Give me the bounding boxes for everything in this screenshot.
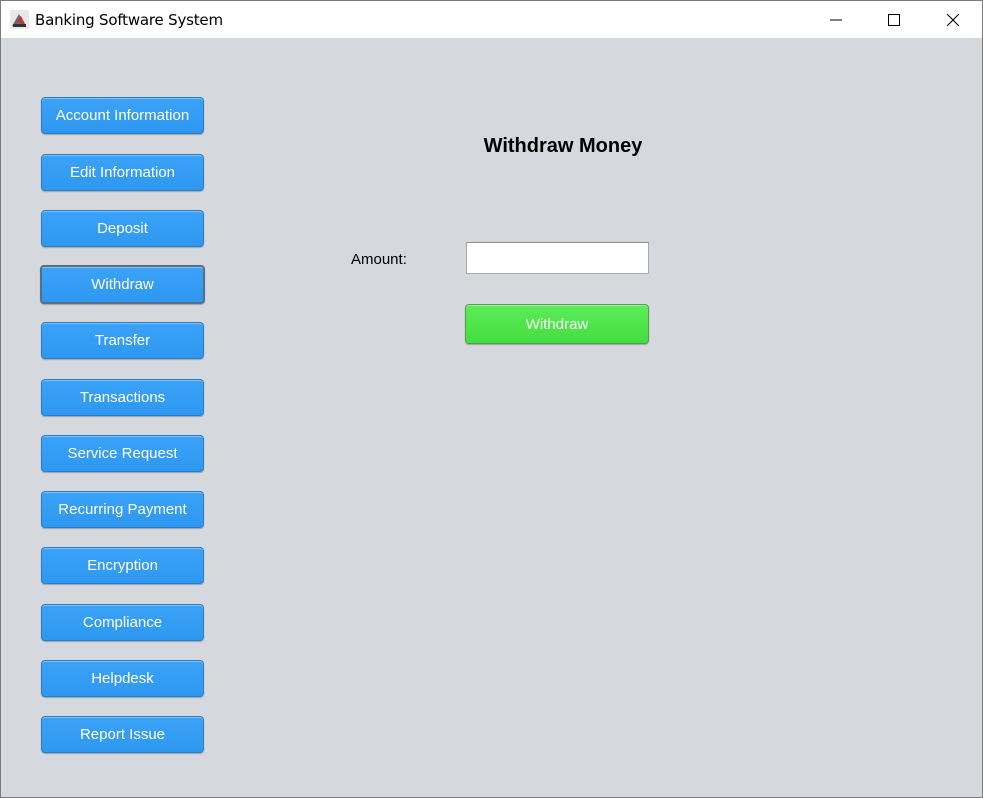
java-app-icon: [10, 10, 29, 29]
sidebar-item-edit-information[interactable]: Edit Information: [41, 154, 204, 191]
window-title: Banking Software System: [35, 11, 223, 29]
withdraw-button[interactable]: Withdraw: [465, 304, 649, 344]
sidebar-item-service-request[interactable]: Service Request: [41, 435, 204, 472]
sidebar-item-helpdesk[interactable]: Helpdesk: [41, 660, 204, 697]
sidebar-item-transfer[interactable]: Transfer: [41, 322, 204, 359]
maximize-button[interactable]: [871, 1, 917, 38]
minimize-icon: [830, 19, 842, 20]
sidebar-item-report-issue[interactable]: Report Issue: [41, 716, 204, 753]
sidebar-item-encryption[interactable]: Encryption: [41, 547, 204, 584]
minimize-button[interactable]: [813, 1, 859, 38]
amount-input[interactable]: [466, 242, 649, 274]
maximize-icon: [888, 13, 900, 26]
sidebar-item-account-information[interactable]: Account Information: [41, 97, 204, 134]
sidebar-item-transactions[interactable]: Transactions: [41, 379, 204, 416]
sidebar-item-recurring-payment[interactable]: Recurring Payment: [41, 491, 204, 528]
sidebar-item-deposit[interactable]: Deposit: [41, 210, 204, 247]
amount-label: Amount:: [351, 251, 407, 268]
sidebar-item-compliance[interactable]: Compliance: [41, 604, 204, 641]
close-icon: [947, 13, 959, 26]
close-button[interactable]: [930, 1, 976, 38]
sidebar-item-withdraw[interactable]: Withdraw: [40, 265, 205, 304]
title-bar: Banking Software System: [1, 1, 982, 38]
page-title: Withdraw Money: [483, 135, 643, 157]
app-window: Banking Software System Account Informat…: [0, 0, 983, 798]
